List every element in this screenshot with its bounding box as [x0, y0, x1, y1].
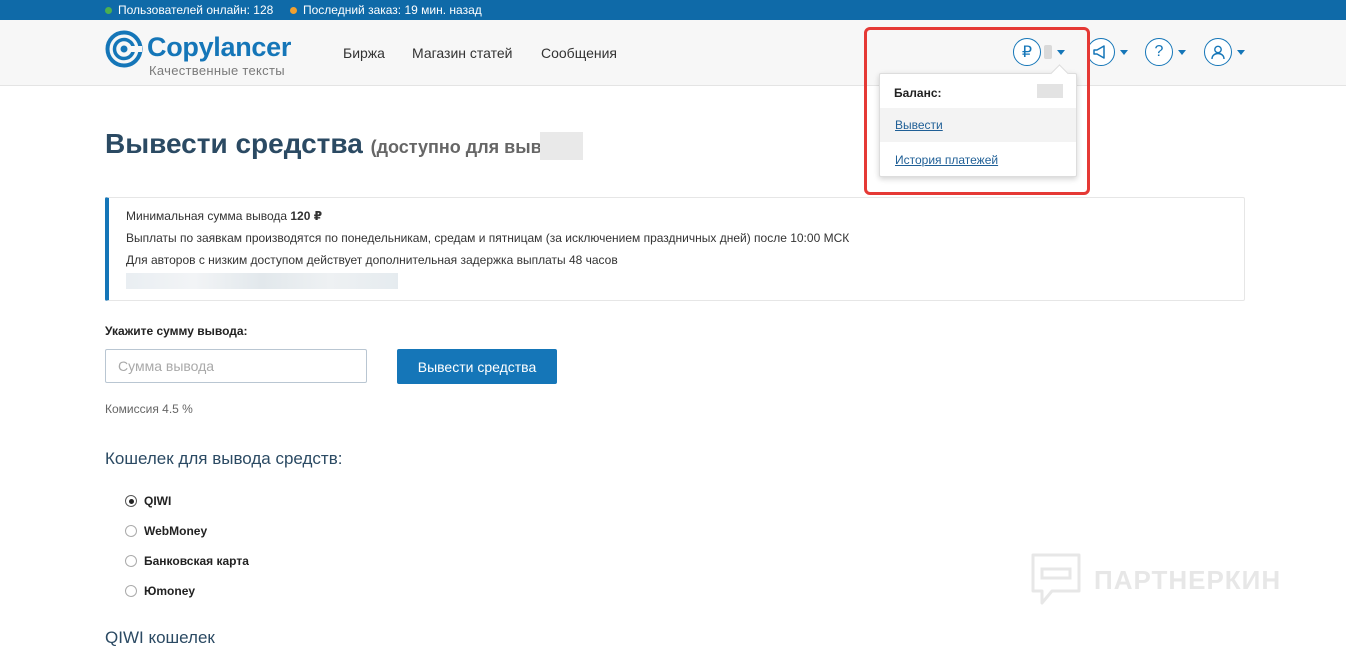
amount-label: Укажите сумму вывода:	[105, 324, 248, 338]
status-bar: Пользователей онлайн: 128 Последний зака…	[0, 0, 1346, 20]
wallet-label-qiwi: QIWI	[144, 494, 172, 508]
wallet-label-bank-card: Банковская карта	[144, 554, 249, 568]
radio[interactable]	[125, 585, 137, 597]
site-header: Copylancer Качественные тексты Биржа Маг…	[0, 20, 1346, 86]
chevron-down-icon	[1178, 49, 1186, 55]
online-users-stat: Пользователей онлайн: 128	[105, 3, 273, 17]
info-schedule: Выплаты по заявкам производятся по понед…	[126, 231, 850, 245]
nav-article-store[interactable]: Магазин статей	[412, 45, 513, 61]
radio[interactable]	[125, 555, 137, 567]
info-blurred-line	[126, 273, 398, 289]
withdraw-button[interactable]: Вывести средства	[397, 349, 557, 384]
watermark-text: ПАРТНЕРКИН	[1094, 564, 1282, 595]
user-menu-button[interactable]	[1204, 38, 1245, 66]
wallet-option-yoomoney[interactable]: Юmoney	[125, 584, 195, 598]
wallet-option-bank-card[interactable]: Банковская карта	[125, 554, 249, 568]
logo-icon	[105, 30, 143, 68]
available-amount-blurred	[540, 132, 583, 160]
info-delay: Для авторов с низким доступом действует …	[126, 253, 618, 267]
chevron-down-icon	[1237, 49, 1245, 55]
help-menu-button[interactable]: ?	[1145, 38, 1186, 66]
last-order-label: Последний заказ: 19 мин. назад	[303, 3, 482, 17]
radio-selected[interactable]	[125, 495, 137, 507]
last-order-dot-icon	[290, 6, 297, 14]
info-min-prefix: Минимальная сумма вывода	[126, 209, 291, 223]
nav-messages[interactable]: Сообщения	[541, 45, 617, 61]
online-dot-icon	[105, 6, 112, 14]
info-min-amount: Минимальная сумма вывода 120 ₽	[126, 209, 322, 223]
info-box: Минимальная сумма вывода 120 ₽ Выплаты п…	[105, 197, 1245, 301]
wallet-label-yoomoney: Юmoney	[144, 584, 196, 598]
page-title-main: Вывести средства	[105, 128, 363, 159]
wallet-option-qiwi[interactable]: QIWI	[125, 494, 171, 508]
wallet-label-webmoney: WebMoney	[144, 524, 208, 538]
commission-text: Комиссия 4.5 %	[105, 402, 193, 416]
nav-birzha[interactable]: Биржа	[343, 45, 385, 61]
wallet-option-webmoney[interactable]: WebMoney	[125, 524, 207, 538]
megaphone-icon	[1087, 38, 1115, 66]
online-users-label: Пользователей онлайн: 128	[118, 3, 274, 17]
logo[interactable]: Copylancer Качественные тексты	[105, 30, 291, 78]
help-icon: ?	[1145, 38, 1173, 66]
radio[interactable]	[125, 525, 137, 537]
notifications-menu-button[interactable]	[1087, 38, 1128, 66]
last-order-stat: Последний заказ: 19 мин. назад	[290, 3, 482, 17]
logo-text: Copylancer	[147, 32, 292, 62]
chevron-down-icon	[1120, 49, 1128, 55]
qiwi-section-title: QIWI кошелек	[105, 628, 215, 647]
watermark: ПАРТНЕРКИН	[1030, 552, 1281, 608]
user-icon	[1204, 38, 1232, 66]
logo-tagline: Качественные тексты	[149, 63, 285, 78]
amount-input[interactable]	[105, 349, 367, 383]
info-min-value: 120 ₽	[290, 209, 323, 223]
watermark-logo-icon	[1031, 553, 1081, 605]
wallet-section-title: Кошелек для вывода средств:	[105, 449, 343, 468]
page-title: Вывести средства (доступно для вывода	[105, 128, 574, 160]
annotation-highlight-box	[864, 27, 1090, 195]
